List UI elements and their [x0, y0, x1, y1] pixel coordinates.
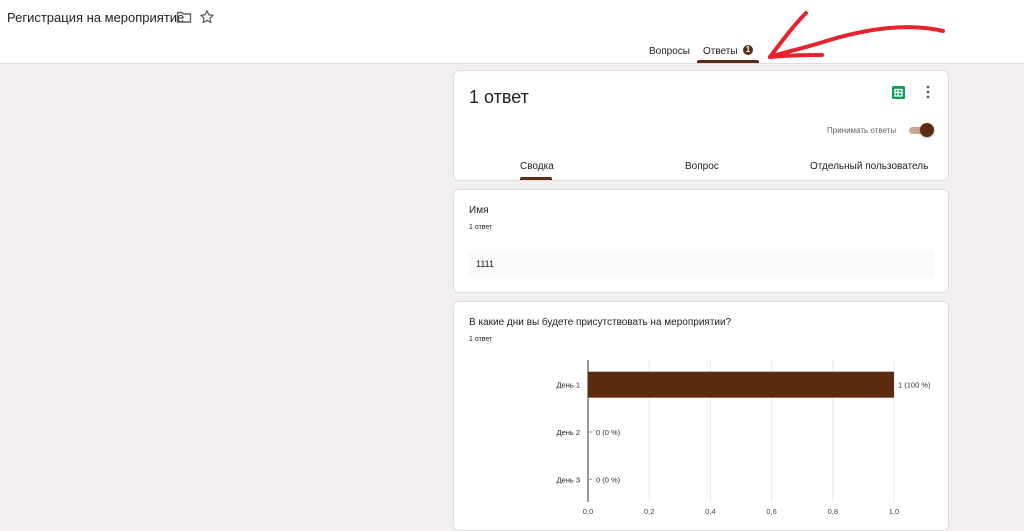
more-options-icon[interactable]	[924, 85, 932, 99]
response-count: 1 ответ	[469, 87, 529, 107]
responses-summary-card: 1 ответ Принимать ответы Сводка Вопрос О…	[453, 70, 949, 181]
category-label: День 1	[556, 381, 580, 390]
question-card-name: Имя 1 ответ 1111	[453, 189, 949, 293]
toggle-knob[interactable]	[920, 123, 934, 137]
answer-item: 1111	[469, 251, 934, 277]
tab-question[interactable]: Вопрос	[685, 161, 719, 172]
responses-count-badge: 1	[743, 45, 753, 55]
bar-chart: 0,0 0,2 0,4 0,6 0,8 1,0День 11 (100 %)День 20…	[556, 360, 931, 516]
bar	[588, 371, 894, 398]
tab-individual[interactable]: Отдельный пользователь	[810, 161, 928, 172]
question-card-days: В какие дни вы будете присутствовать на …	[453, 301, 949, 531]
data-label: 0 (0 %)	[596, 428, 621, 437]
accepting-responses-label: Принимать ответы	[827, 126, 897, 135]
tab-responses[interactable]: Ответы	[703, 46, 738, 57]
question-response-count: 1 ответ	[469, 224, 493, 231]
annotation-arrow	[768, 11, 945, 59]
tab-summary[interactable]: Сводка	[520, 161, 554, 172]
tab-questions[interactable]: Вопросы	[649, 46, 690, 57]
star-icon[interactable]	[199, 9, 215, 25]
category-label: День 3	[556, 475, 580, 484]
category-label: День 2	[556, 428, 580, 437]
document-title[interactable]: Регистрация на мероприятие	[7, 10, 184, 25]
data-label: 0 (0 %)	[596, 475, 621, 484]
active-tab-indicator	[697, 60, 759, 63]
data-label: 1 (100 %)	[898, 381, 931, 390]
folder-icon[interactable]	[176, 9, 192, 25]
active-subtab-indicator	[520, 177, 552, 180]
question-title: Имя	[469, 205, 489, 216]
sheets-icon[interactable]	[892, 86, 905, 99]
answer-text: 1111	[476, 259, 495, 269]
